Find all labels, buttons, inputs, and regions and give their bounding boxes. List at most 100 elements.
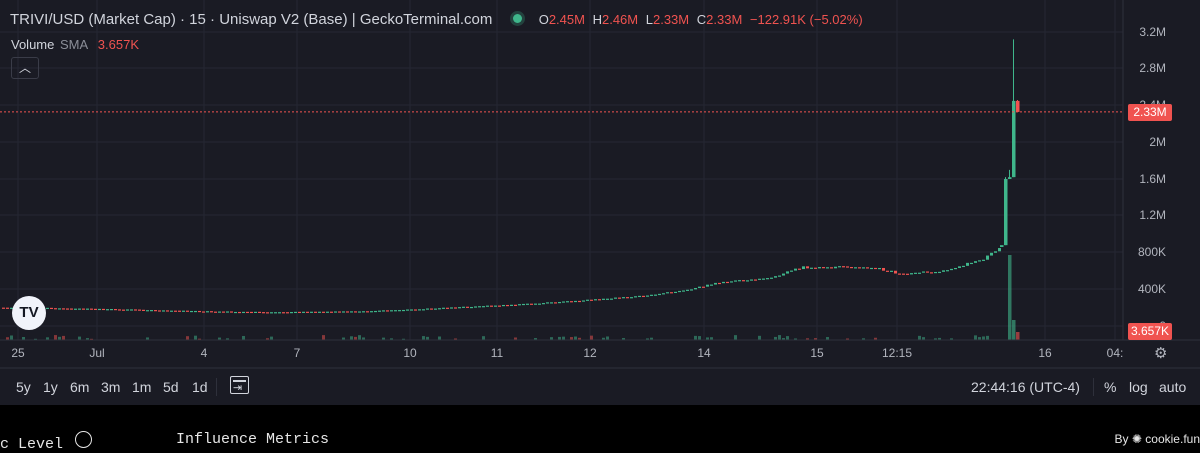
candle[interactable]: [62, 308, 65, 310]
candle[interactable]: [482, 306, 485, 308]
candle[interactable]: [270, 312, 273, 314]
timezone-clock[interactable]: 22:44:16 (UTC-4): [971, 379, 1080, 395]
candle[interactable]: [970, 262, 973, 265]
candle[interactable]: [346, 311, 349, 313]
candle[interactable]: [654, 294, 657, 296]
candle[interactable]: [402, 309, 405, 312]
info-icon[interactable]: [75, 431, 93, 448]
candle[interactable]: [986, 255, 989, 260]
candle[interactable]: [578, 300, 581, 303]
candle[interactable]: [1016, 100, 1020, 112]
candle[interactable]: [674, 291, 677, 294]
candle[interactable]: [354, 311, 357, 313]
candle[interactable]: [458, 307, 461, 309]
candle[interactable]: [614, 297, 617, 299]
candle[interactable]: [750, 279, 753, 281]
candle[interactable]: [954, 267, 957, 270]
candle[interactable]: [226, 311, 229, 313]
candle[interactable]: [426, 308, 429, 310]
candle[interactable]: [190, 310, 193, 313]
candle[interactable]: [130, 309, 133, 311]
candle[interactable]: [122, 309, 125, 311]
candle[interactable]: [58, 308, 61, 310]
candle[interactable]: [806, 266, 809, 269]
candle[interactable]: [230, 311, 233, 313]
candle[interactable]: [530, 303, 533, 305]
candle[interactable]: [134, 309, 137, 311]
candle[interactable]: [746, 280, 749, 282]
candle[interactable]: [422, 309, 425, 311]
candle[interactable]: [242, 311, 245, 314]
candle[interactable]: [830, 267, 833, 269]
candle[interactable]: [738, 280, 741, 282]
candle[interactable]: [306, 311, 309, 313]
candle[interactable]: [494, 305, 497, 307]
candle[interactable]: [790, 270, 793, 272]
candle[interactable]: [474, 306, 477, 308]
candle[interactable]: [922, 271, 925, 273]
candle[interactable]: [298, 311, 301, 314]
candle[interactable]: [918, 272, 921, 274]
candle[interactable]: [570, 301, 573, 303]
candle[interactable]: [730, 281, 733, 283]
candle[interactable]: [898, 273, 901, 275]
candle[interactable]: [126, 309, 129, 311]
candle[interactable]: [758, 278, 761, 280]
candle[interactable]: [478, 306, 481, 308]
candle[interactable]: [166, 310, 169, 312]
candle[interactable]: [98, 308, 101, 311]
candle[interactable]: [606, 298, 609, 300]
volume-legend[interactable]: Volume SMA 3.657K: [11, 37, 139, 52]
candle[interactable]: [334, 311, 337, 313]
candle[interactable]: [714, 282, 717, 285]
candle[interactable]: [158, 310, 161, 312]
candle[interactable]: [50, 307, 53, 310]
candle[interactable]: [170, 310, 173, 312]
candle[interactable]: [930, 272, 933, 274]
candle[interactable]: [966, 262, 969, 266]
candle[interactable]: [338, 311, 341, 313]
attribution[interactable]: By ✺ cookie.fun: [1115, 432, 1200, 446]
candle[interactable]: [914, 272, 917, 274]
candle[interactable]: [802, 266, 805, 270]
candle[interactable]: [598, 299, 601, 301]
candle[interactable]: [74, 308, 77, 310]
candle[interactable]: [582, 300, 585, 302]
candle[interactable]: [774, 276, 777, 278]
range-1d-button[interactable]: 1d: [192, 379, 208, 395]
candle[interactable]: [182, 310, 185, 312]
candle[interactable]: [70, 308, 73, 310]
candle[interactable]: [686, 289, 689, 291]
candle[interactable]: [562, 301, 565, 303]
candle[interactable]: [430, 308, 433, 310]
candle[interactable]: [450, 307, 453, 309]
candle[interactable]: [882, 267, 885, 271]
candle[interactable]: [94, 308, 97, 311]
candle[interactable]: [846, 266, 849, 268]
candle[interactable]: [762, 278, 765, 280]
candle[interactable]: [990, 252, 993, 256]
candle[interactable]: [202, 311, 205, 313]
candle[interactable]: [938, 271, 941, 274]
range-1y-button[interactable]: 1y: [43, 379, 58, 395]
candle[interactable]: [110, 309, 113, 311]
candle[interactable]: [706, 284, 709, 287]
candle[interactable]: [794, 268, 797, 271]
candle[interactable]: [690, 289, 693, 291]
percent-scale-toggle[interactable]: %: [1104, 379, 1116, 395]
candle[interactable]: [326, 311, 329, 313]
candle[interactable]: [310, 311, 313, 313]
candle[interactable]: [406, 309, 409, 311]
candle[interactable]: [682, 290, 685, 292]
candle[interactable]: [958, 266, 961, 268]
candle[interactable]: [178, 310, 181, 312]
candle[interactable]: [258, 311, 261, 313]
candle[interactable]: [890, 270, 893, 272]
candle[interactable]: [174, 310, 177, 312]
candle[interactable]: [554, 302, 557, 304]
candle[interactable]: [666, 292, 669, 294]
candle[interactable]: [418, 309, 421, 311]
candle[interactable]: [102, 308, 105, 311]
range-1m-button[interactable]: 1m: [132, 379, 151, 395]
candle[interactable]: [274, 312, 277, 314]
